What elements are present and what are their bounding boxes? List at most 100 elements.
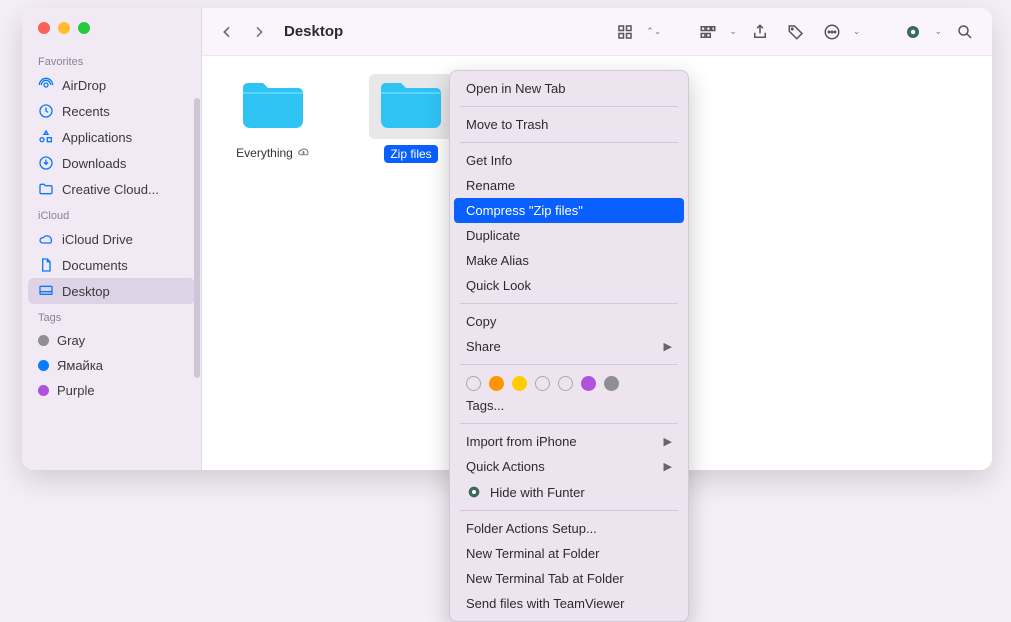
ctx-share[interactable]: Share▶ <box>450 334 688 359</box>
ctx-separator <box>460 303 678 304</box>
sidebar-item-applications[interactable]: Applications <box>28 124 195 150</box>
ctx-separator <box>460 510 678 511</box>
ctx-rename[interactable]: Rename <box>450 173 688 198</box>
ctx-hide-with-funter[interactable]: Hide with Funter <box>450 479 688 505</box>
sidebar-item-desktop[interactable]: Desktop <box>28 278 195 304</box>
icloud-status-icon <box>297 145 310 161</box>
sidebar-section-favorites: Favorites <box>22 48 201 72</box>
tag-color-empty[interactable] <box>558 376 573 391</box>
sidebar-item-label: Recents <box>62 104 110 119</box>
group-chevron-icon: ⌄ <box>729 26 737 37</box>
group-button[interactable] <box>695 21 721 43</box>
tag-color-orange[interactable] <box>489 376 504 391</box>
sidebar-item-label: Purple <box>57 383 95 398</box>
submenu-arrow-icon: ▶ <box>664 435 672 448</box>
share-button[interactable] <box>747 21 773 43</box>
sidebar-item-airdrop[interactable]: AirDrop <box>28 72 195 98</box>
ctx-open-new-tab[interactable]: Open in New Tab <box>450 76 688 101</box>
tag-dot-icon <box>38 360 49 371</box>
sidebar-item-label: Downloads <box>62 156 126 171</box>
sidebar-tag-gray[interactable]: Gray <box>28 328 195 353</box>
forward-button[interactable] <box>248 21 270 43</box>
ctx-make-alias[interactable]: Make Alias <box>450 248 688 273</box>
ctx-import-iphone[interactable]: Import from iPhone▶ <box>450 429 688 454</box>
sidebar-item-label: iCloud Drive <box>62 232 133 247</box>
airdrop-icon <box>38 77 54 93</box>
ctx-new-terminal[interactable]: New Terminal at Folder <box>450 541 688 566</box>
window-controls <box>22 8 201 48</box>
tags-button[interactable] <box>783 21 809 43</box>
tag-color-empty[interactable] <box>535 376 550 391</box>
tag-dot-icon <box>38 335 49 346</box>
cloud-icon <box>38 231 54 247</box>
folder-icon <box>38 181 54 197</box>
toolbar: Desktop ⌃⌄ ⌄ ⌄ ⌄ <box>202 8 992 56</box>
funter-toolbar-button[interactable] <box>900 21 926 43</box>
ctx-compress[interactable]: Compress "Zip files" <box>454 198 684 223</box>
ctx-duplicate[interactable]: Duplicate <box>450 223 688 248</box>
tag-color-gray[interactable] <box>604 376 619 391</box>
ctx-tags[interactable]: Tags... <box>450 393 688 418</box>
ctx-tag-colors <box>450 370 688 393</box>
fullscreen-window-button[interactable] <box>78 22 90 34</box>
sidebar-scrollbar[interactable] <box>194 98 200 378</box>
actions-button[interactable] <box>819 21 845 43</box>
sidebar-item-downloads[interactable]: Downloads <box>28 150 195 176</box>
ctx-quick-actions[interactable]: Quick Actions▶ <box>450 454 688 479</box>
ctx-new-terminal-tab[interactable]: New Terminal Tab at Folder <box>450 566 688 591</box>
sidebar-item-documents[interactable]: Documents <box>28 252 195 278</box>
ctx-copy[interactable]: Copy <box>450 309 688 334</box>
sidebar-tag-yamaika[interactable]: Ямайка <box>28 353 195 378</box>
close-window-button[interactable] <box>38 22 50 34</box>
folder-everything[interactable]: Everything <box>218 74 328 161</box>
sidebar-item-label: Gray <box>57 333 85 348</box>
file-label: Everything <box>236 145 310 161</box>
ctx-separator <box>460 106 678 107</box>
sidebar-item-icloud-drive[interactable]: iCloud Drive <box>28 226 195 252</box>
submenu-arrow-icon: ▶ <box>664 340 672 353</box>
context-menu: Open in New Tab Move to Trash Get Info R… <box>449 70 689 622</box>
sidebar-item-label: Desktop <box>62 284 110 299</box>
sidebar-item-label: Creative Cloud... <box>62 182 159 197</box>
folder-icon <box>231 74 315 139</box>
sidebar-item-creative-cloud[interactable]: Creative Cloud... <box>28 176 195 202</box>
sidebar-item-recents[interactable]: Recents <box>28 98 195 124</box>
clock-icon <box>38 103 54 119</box>
ctx-get-info[interactable]: Get Info <box>450 148 688 173</box>
funter-chevron-icon: ⌄ <box>934 26 942 37</box>
ctx-folder-actions[interactable]: Folder Actions Setup... <box>450 516 688 541</box>
ctx-move-to-trash[interactable]: Move to Trash <box>450 112 688 137</box>
applications-icon <box>38 129 54 145</box>
search-button[interactable] <box>952 21 978 43</box>
file-label: Zip files <box>384 145 437 163</box>
back-button[interactable] <box>216 21 238 43</box>
sidebar: Favorites AirDrop Recents Applications D… <box>22 8 202 470</box>
sidebar-item-label: AirDrop <box>62 78 106 93</box>
ctx-separator <box>460 364 678 365</box>
folder-icon <box>369 74 453 139</box>
tag-dot-icon <box>38 385 49 396</box>
tag-color-purple[interactable] <box>581 376 596 391</box>
sidebar-item-label: Ямайка <box>57 358 103 373</box>
funter-icon <box>466 484 482 500</box>
ctx-separator <box>460 142 678 143</box>
ctx-quick-look[interactable]: Quick Look <box>450 273 688 298</box>
sidebar-tag-purple[interactable]: Purple <box>28 378 195 403</box>
minimize-window-button[interactable] <box>58 22 70 34</box>
tag-color-none[interactable] <box>466 376 481 391</box>
sidebar-item-label: Documents <box>62 258 128 273</box>
sidebar-section-icloud: iCloud <box>22 202 201 226</box>
actions-chevron-icon: ⌄ <box>853 26 861 37</box>
download-icon <box>38 155 54 171</box>
sidebar-item-label: Applications <box>62 130 132 145</box>
view-icons-button[interactable] <box>612 21 638 43</box>
sidebar-section-tags: Tags <box>22 304 201 328</box>
ctx-separator <box>460 423 678 424</box>
tag-color-yellow[interactable] <box>512 376 527 391</box>
submenu-arrow-icon: ▶ <box>664 460 672 473</box>
desktop-icon <box>38 283 54 299</box>
ctx-send-teamviewer[interactable]: Send files with TeamViewer <box>450 591 688 616</box>
view-chevron-icon: ⌃⌄ <box>646 26 661 37</box>
location-title: Desktop <box>284 23 343 40</box>
document-icon <box>38 257 54 273</box>
